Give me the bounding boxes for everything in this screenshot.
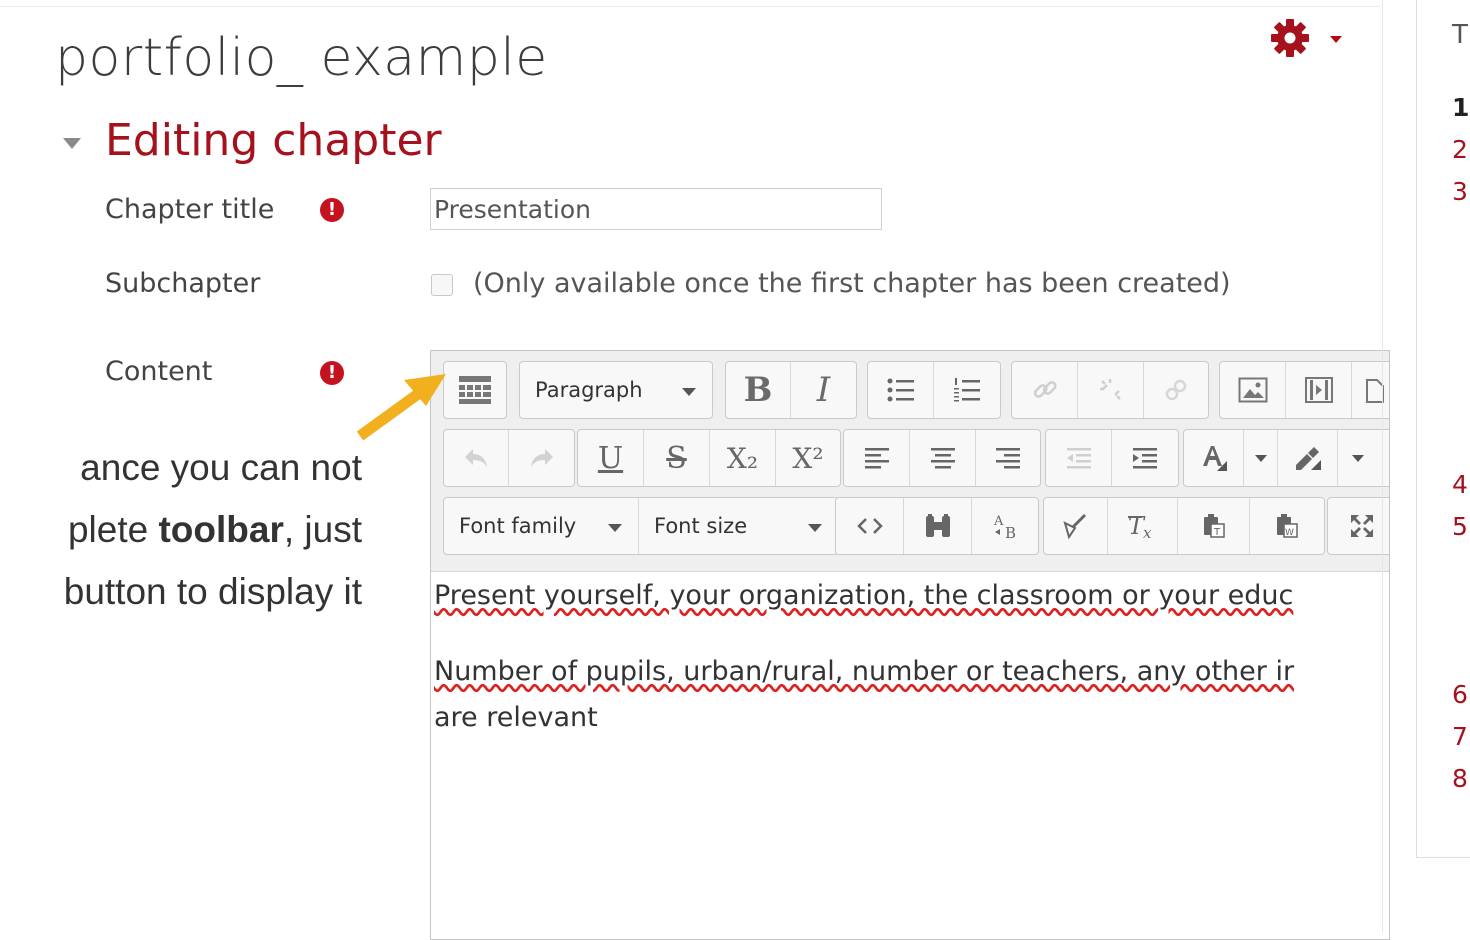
required-icon: !: [320, 198, 344, 222]
paste-word-icon[interactable]: W: [1250, 498, 1324, 554]
content-label: Content: [105, 356, 213, 387]
toolbar-group-indent: [1045, 429, 1179, 487]
annotation-line: ance you can not: [80, 447, 362, 488]
svg-text:W: W: [1285, 528, 1294, 538]
fullscreen-icon[interactable]: [1328, 498, 1389, 554]
chevron-down-icon: [608, 524, 622, 532]
subchapter-note: (Only available once the first chapter h…: [473, 268, 1231, 299]
section-title: Editing chapter: [105, 115, 442, 166]
subchapter-checkbox[interactable]: [431, 274, 453, 296]
page-title: portfolio_ example: [55, 28, 548, 88]
paragraph-select-label: Paragraph: [535, 378, 643, 402]
font-family-label: Font family: [459, 514, 577, 538]
toolbar-group-lists: [867, 361, 1001, 419]
chevron-down-icon[interactable]: [1330, 36, 1342, 43]
align-right-icon[interactable]: [976, 430, 1040, 486]
font-size-label: Font size: [654, 514, 748, 538]
annotation-fragment: plete: [67, 509, 159, 550]
paragraph-select[interactable]: Paragraph: [520, 362, 712, 418]
image-icon[interactable]: [1220, 362, 1286, 418]
toolbar-group-text: U S X₂ X²: [577, 429, 841, 487]
italic-button[interactable]: I: [791, 362, 856, 418]
subscript-button[interactable]: X₂: [710, 430, 776, 486]
toolbar-group-style: B I: [725, 361, 857, 419]
toolbar-group-fonts: Font family Font size: [443, 497, 839, 555]
svg-text:T: T: [1213, 527, 1221, 538]
content-paragraph: Present yourself, your organization, the…: [434, 580, 1294, 611]
toc-item[interactable]: 8: [1452, 764, 1468, 793]
chapter-title-label: Chapter title: [105, 194, 275, 225]
toolbar-group-media: [1219, 361, 1389, 419]
strikethrough-button[interactable]: S: [644, 430, 710, 486]
paste-text-icon[interactable]: T: [1178, 498, 1250, 554]
gear-icon[interactable]: [1267, 18, 1313, 58]
align-center-icon[interactable]: [910, 430, 976, 486]
toc-item[interactable]: 7: [1452, 722, 1468, 751]
bullet-list-button[interactable]: [868, 362, 934, 418]
annotation-line: button to display it: [63, 571, 362, 612]
toolbar-group-align: [843, 429, 1041, 487]
toc-item[interactable]: 5: [1452, 512, 1468, 541]
panel-divider: [1382, 0, 1383, 932]
svg-text:x: x: [1143, 524, 1152, 540]
special-character-icon[interactable]: AB: [972, 498, 1038, 554]
toolbar-group-format: Paragraph: [519, 361, 713, 419]
find-icon[interactable]: [904, 498, 972, 554]
collapse-toggle-icon[interactable]: [63, 138, 81, 149]
manage-files-icon[interactable]: [1352, 362, 1389, 418]
editor-content-area[interactable]: Present yourself, your organization, the…: [434, 573, 1294, 741]
required-icon: !: [320, 361, 344, 385]
toolbar-group-fullscreen: [1327, 497, 1389, 555]
background-color-icon[interactable]: [1278, 430, 1338, 486]
toolbar-group-color: [1183, 429, 1389, 487]
source-code-icon[interactable]: [836, 498, 904, 554]
align-left-icon[interactable]: [844, 430, 910, 486]
annotation-bold-word: toolbar: [158, 509, 284, 550]
text-color-icon[interactable]: [1184, 430, 1244, 486]
anchor-link-icon[interactable]: [1144, 362, 1208, 418]
link-icon[interactable]: [1012, 362, 1078, 418]
chevron-down-icon: [808, 524, 822, 532]
toolbar-group-tools: AB: [835, 497, 1039, 555]
svg-text:A: A: [993, 514, 1004, 529]
editor-toolbar: Paragraph B I U S X₂ X² Font family Font…: [431, 351, 1389, 572]
toc-item[interactable]: 1: [1452, 93, 1469, 122]
content-paragraph: are relevant: [434, 702, 598, 733]
top-rule: [0, 6, 1380, 7]
content-paragraph: Number of pupils, urban/rural, number or…: [434, 656, 1295, 687]
unlink-icon[interactable]: [1078, 362, 1144, 418]
chevron-down-icon: [682, 388, 696, 396]
svg-text:B: B: [1005, 524, 1016, 540]
numbered-list-button[interactable]: [934, 362, 1000, 418]
content-editor: Paragraph B I U S X₂ X² Font family Font…: [430, 350, 1390, 940]
superscript-button[interactable]: X²: [776, 430, 840, 486]
annotation-fragment: , just: [283, 509, 362, 550]
media-icon[interactable]: [1286, 362, 1352, 418]
chevron-down-icon[interactable]: [1244, 430, 1278, 486]
font-family-select[interactable]: Font family: [444, 498, 639, 554]
clear-format-icon[interactable]: [1044, 498, 1108, 554]
annotation-line: plete toolbar, just: [0, 499, 362, 561]
remove-format-icon[interactable]: Tx: [1108, 498, 1178, 554]
chevron-down-icon[interactable]: [1338, 430, 1378, 486]
annotation-arrow-icon: [356, 374, 446, 441]
outdent-icon[interactable]: [1046, 430, 1112, 486]
annotation-text: ance you can not plete toolbar, just but…: [0, 437, 362, 623]
toc-item[interactable]: 3: [1452, 177, 1468, 206]
bold-button[interactable]: B: [726, 362, 791, 418]
underline-button[interactable]: U: [578, 430, 644, 486]
redo-icon[interactable]: [509, 430, 574, 486]
indent-icon[interactable]: [1112, 430, 1178, 486]
toc-item[interactable]: 2: [1452, 135, 1468, 164]
subchapter-label: Subchapter: [105, 268, 261, 299]
toc-header: T: [1452, 20, 1468, 50]
toc-item[interactable]: 6: [1452, 680, 1468, 709]
chapter-title-input[interactable]: Presentation: [430, 188, 882, 230]
toc-item[interactable]: 4: [1452, 470, 1468, 499]
toolbar-group-history: [443, 429, 575, 487]
font-size-select[interactable]: Font size: [639, 498, 838, 554]
toolbar-group-clean: Tx T W: [1043, 497, 1325, 555]
toolbar-group-links: [1011, 361, 1209, 419]
